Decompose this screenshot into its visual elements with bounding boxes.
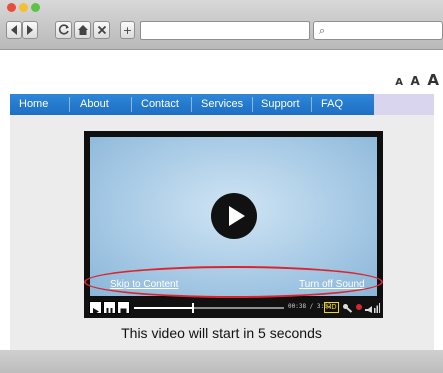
nav-item-services[interactable]: Services: [201, 94, 243, 115]
browser-status-bar: [0, 350, 443, 373]
play-button[interactable]: [211, 193, 257, 239]
text-size-small[interactable]: A: [395, 77, 403, 88]
reload-icon: [58, 24, 69, 35]
browser-chrome: + ⌕: [0, 0, 443, 50]
nav-separator: [69, 97, 70, 112]
back-icon: [11, 25, 17, 35]
text-size-medium[interactable]: A: [411, 74, 420, 88]
nav-separator: [252, 97, 253, 112]
stop-control-button[interactable]: [117, 301, 130, 315]
progress-track[interactable]: [134, 303, 284, 313]
zoom-window-icon[interactable]: [31, 3, 40, 12]
nav-item-support[interactable]: Support: [261, 94, 300, 115]
nav-item-about[interactable]: About: [80, 94, 109, 115]
search-icon: ⌕: [319, 24, 326, 37]
countdown-caption: This video will start in 5 seconds: [121, 325, 322, 341]
nav-separator: [131, 97, 132, 112]
record-icon[interactable]: [355, 303, 363, 311]
main-nav: Home About Contact Services Support FAQ: [10, 94, 434, 115]
settings-icon[interactable]: [342, 302, 353, 313]
close-window-icon[interactable]: [7, 3, 16, 12]
nav-separator: [191, 97, 192, 112]
progress-scrubber[interactable]: [191, 303, 194, 313]
stop-icon: [120, 308, 127, 315]
nav-item-faq[interactable]: FAQ: [321, 94, 343, 115]
stop-icon: [97, 25, 106, 35]
nav-bar: Home About Contact Services Support FAQ: [10, 94, 374, 115]
volume-icon[interactable]: [364, 302, 380, 314]
stop-button[interactable]: [93, 21, 110, 39]
forward-button[interactable]: [22, 21, 38, 39]
play-icon: [93, 308, 99, 315]
address-bar[interactable]: [140, 21, 310, 40]
hd-badge[interactable]: HD: [324, 302, 339, 313]
nav-item-home[interactable]: Home: [19, 94, 48, 115]
text-size-large[interactable]: A: [427, 71, 439, 89]
new-tab-button[interactable]: +: [120, 21, 135, 39]
pause-icon: [106, 308, 113, 315]
text-size-controls: A A A: [395, 70, 439, 89]
nav-item-contact[interactable]: Contact: [141, 94, 179, 115]
home-icon: [77, 25, 88, 35]
play-control-button[interactable]: [89, 301, 102, 315]
progress-fill: [134, 307, 193, 309]
play-icon: [229, 206, 245, 226]
forward-icon: [27, 25, 33, 35]
back-button[interactable]: [6, 21, 22, 39]
home-button[interactable]: [74, 21, 91, 39]
minimize-window-icon[interactable]: [19, 3, 28, 12]
highlight-ellipse: [84, 266, 383, 298]
search-field[interactable]: ⌕: [313, 21, 443, 40]
new-tab-label: +: [122, 24, 133, 37]
reload-button[interactable]: [55, 21, 72, 39]
pause-button[interactable]: [103, 301, 116, 315]
video-control-bar: 00:38 / 3:02 HD: [84, 298, 383, 318]
nav-separator: [311, 97, 312, 112]
